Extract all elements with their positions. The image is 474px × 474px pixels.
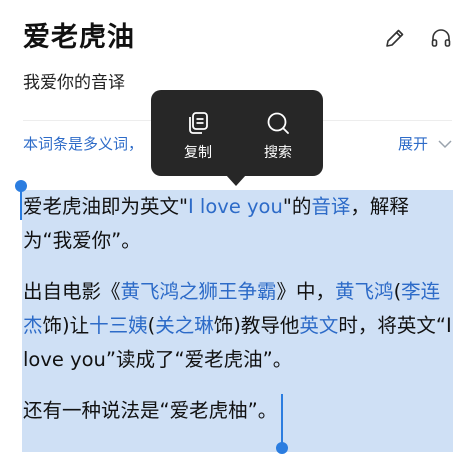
context-menu-pointer <box>226 175 246 186</box>
search-label: 搜索 <box>264 145 292 161</box>
paragraph-text: "的 <box>282 195 312 218</box>
link-english[interactable]: 英文 <box>299 314 338 337</box>
chevron-down-icon <box>438 140 452 149</box>
selection-start-caret <box>20 188 22 220</box>
paragraph-text: 出自电影《 <box>23 280 121 303</box>
paragraph-text: 饰)教导他 <box>213 314 300 337</box>
copy-icon <box>189 112 208 134</box>
paragraph-text: 爱老虎油即为英文" <box>23 195 188 218</box>
expand-button[interactable]: 展开 <box>398 132 452 156</box>
paragraph-text: 还有一种说法是“爱老虎柚”。 <box>23 399 278 422</box>
paragraph-2: 出自电影《黄飞鸿之狮王争霸》中，黄飞鸿(李连杰饰)让十三姨(关之琳饰)教导他英文… <box>23 275 453 377</box>
copy-label: 复制 <box>184 145 212 161</box>
link-transliteration[interactable]: 音译 <box>311 195 350 218</box>
search-button[interactable]: 搜索 <box>235 90 321 176</box>
link-i-love-you[interactable]: I love you <box>188 195 283 218</box>
page-title: 爱老虎油 <box>23 22 135 53</box>
pencil-icon[interactable] <box>383 26 407 50</box>
link-aunt-thirteen[interactable]: 十三姨 <box>89 314 148 337</box>
paragraph-3: 还有一种说法是“爱老虎柚”。 <box>23 394 453 428</box>
link-movie[interactable]: 黄飞鸿之狮王争霸 <box>121 280 277 303</box>
link-rosamund-kwan[interactable]: 关之琳 <box>155 314 214 337</box>
selection-end-handle[interactable] <box>276 442 288 454</box>
copy-button[interactable]: 复制 <box>155 90 241 176</box>
selection-context-menu: 复制 搜索 <box>151 90 323 176</box>
article-body[interactable]: 爱老虎油即为英文"I love you"的音译，解释为“我爱你”。 出自电影《黄… <box>23 190 453 428</box>
link-wong-fei-hung[interactable]: 黄飞鸿 <box>335 280 394 303</box>
polysemy-note-text[interactable]: 本词条是多义词， <box>23 132 143 156</box>
expand-label: 展开 <box>397 135 428 153</box>
headphones-icon[interactable] <box>429 26 453 50</box>
selection-end-caret <box>281 394 283 444</box>
paragraph-1: 爱老虎油即为英文"I love you"的音译，解释为“我爱你”。 <box>23 190 453 258</box>
search-icon <box>267 112 289 134</box>
paragraph-text: 》中， <box>276 280 336 303</box>
subtitle: 我爱你的音译 <box>23 73 125 93</box>
paragraph-text: 饰)让 <box>42 314 90 337</box>
